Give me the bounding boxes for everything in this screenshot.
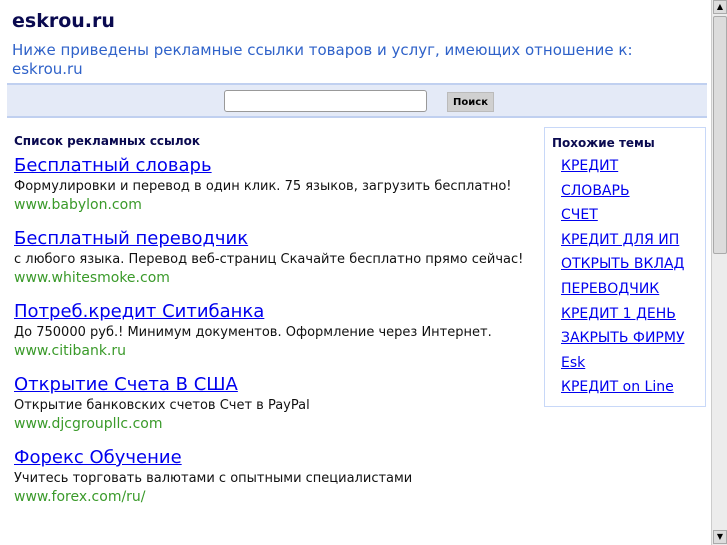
ad-item: Открытие Счета В США Открытие банковских … — [14, 373, 534, 433]
ad-description: Учитесь торговать валютами с опытными сп… — [14, 471, 413, 486]
ad-description: с любого языка. Перевод веб-страниц Скач… — [14, 252, 524, 267]
ad-description: До 750000 руб.! Минимум документов. Офор… — [14, 325, 492, 340]
ads-list: Список рекламных ссылок Бесплатный слова… — [14, 134, 534, 519]
related-topic-link[interactable]: ПЕРЕВОДЧИК — [561, 277, 705, 302]
scrollbar-thumb[interactable] — [713, 16, 727, 254]
ad-title-link[interactable]: Потреб.кредит Ситибанка — [14, 301, 264, 322]
related-topic-link[interactable]: СЛОВАРЬ — [561, 179, 705, 204]
related-heading: Похожие темы — [552, 136, 655, 150]
scrollbar[interactable]: ▲ ▼ — [711, 0, 727, 545]
ad-description: Открытие банковских счетов Счет в PayPal — [14, 398, 310, 413]
related-topic-link[interactable]: КРЕДИТ 1 ДЕНЬ — [561, 302, 705, 327]
ad-title-link[interactable]: Бесплатный переводчик — [14, 228, 248, 249]
ad-url[interactable]: www.djcgroupllc.com — [14, 415, 534, 433]
page: eskrou.ru Ниже приведены рекламные ссылк… — [0, 0, 711, 545]
related-topic-link[interactable]: ЗАКРЫТЬ ФИРМУ — [561, 326, 705, 351]
ad-item: Потреб.кредит Ситибанка До 750000 руб.! М… — [14, 300, 534, 360]
related-topic-link[interactable]: Esk — [561, 351, 705, 376]
ad-url[interactable]: www.forex.com/ru/ — [14, 488, 534, 506]
search-input[interactable] — [224, 90, 427, 112]
ad-item: Форекс Обучение Учитесь торговать валютам… — [14, 446, 534, 506]
related-topics: Похожие темы КРЕДИТ СЛОВАРЬ СЧЕТ КРЕДИТ ДЛЯ… — [544, 127, 706, 407]
related-topic-link[interactable]: ОТКРЫТЬ ВКЛАД — [561, 252, 705, 277]
ads-heading: Список рекламных ссылок — [14, 134, 201, 148]
related-topic-link[interactable]: КРЕДИТ ДЛЯ ИП — [561, 228, 705, 253]
ad-item: Бесплатный переводчик с любого языка. Пер… — [14, 227, 534, 287]
ad-item: Бесплатный словарь Формулировки и перевод… — [14, 154, 534, 214]
scroll-up-icon[interactable]: ▲ — [713, 0, 727, 14]
ad-title-link[interactable]: Форекс Обучение — [14, 447, 182, 468]
related-topic-link[interactable]: СЧЕТ — [561, 203, 705, 228]
ad-title-link[interactable]: Бесплатный словарь — [14, 155, 212, 176]
search-bar: Поиск — [7, 83, 707, 118]
related-topic-link[interactable]: КРЕДИТ on Line — [561, 375, 705, 400]
ad-url[interactable]: www.citibank.ru — [14, 342, 534, 360]
ad-description: Формулировки и перевод в один клик. 75 я… — [14, 179, 512, 194]
ad-title-link[interactable]: Открытие Счета В США — [14, 374, 238, 395]
site-title: eskrou.ru — [12, 10, 115, 32]
scroll-down-icon[interactable]: ▼ — [713, 530, 727, 544]
ad-url[interactable]: www.babylon.com — [14, 196, 534, 214]
ad-url[interactable]: www.whitesmoke.com — [14, 269, 534, 287]
search-button[interactable]: Поиск — [447, 92, 494, 112]
subtitle: Ниже приведены рекламные ссылки товаров … — [12, 41, 633, 78]
related-topic-link[interactable]: КРЕДИТ — [561, 154, 705, 179]
